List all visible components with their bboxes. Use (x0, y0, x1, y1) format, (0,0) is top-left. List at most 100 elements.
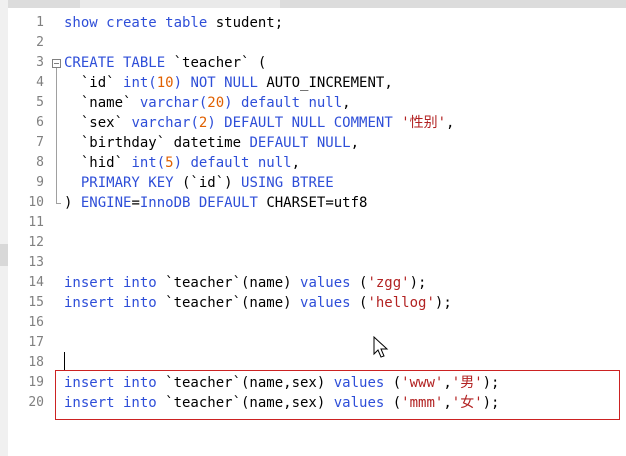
code-token: 20 (207, 95, 225, 111)
code-token: ( (350, 295, 368, 311)
line-number: 4 (36, 75, 44, 90)
code-token: ) default null (224, 95, 343, 111)
line-number: 19 (28, 375, 44, 390)
code-text: insert into `teacher`(name) values ('zgg… (64, 273, 426, 293)
code-text: ) ENGINE=InnoDB DEFAULT CHARSET=utf8 (64, 193, 367, 213)
code-line[interactable]: 11 (8, 213, 626, 233)
code-token: `teacher`(name) (156, 275, 301, 291)
fold-guide (50, 113, 64, 133)
code-token: varchar( (139, 95, 208, 111)
code-token: ) (64, 195, 81, 211)
code-text: `id` int(10) NOT NULL AUTO_INCREMENT, (64, 73, 393, 93)
line-number: 7 (36, 135, 44, 150)
code-token: NOT NULL (190, 75, 258, 91)
code-token: student; (207, 15, 284, 31)
line-number: 15 (28, 295, 44, 310)
code-token: ( (350, 275, 368, 291)
code-line[interactable]: 1 show create table student; (8, 13, 626, 33)
code-token: insert into (64, 275, 157, 291)
line-number: 11 (28, 215, 44, 230)
code-line[interactable]: 8 `hid` int(5) default null, (8, 153, 626, 173)
code-token: ) (173, 75, 191, 91)
line-number: 1 (36, 15, 44, 30)
line-number: 14 (28, 275, 44, 290)
code-token: , (446, 115, 455, 131)
text-caret (64, 352, 65, 370)
code-token: `sex` (64, 115, 132, 131)
code-line[interactable]: 15 insert into `teacher`(name) values ('h… (8, 293, 626, 313)
code-token: = (131, 195, 140, 211)
code-token: CREATE TABLE (64, 55, 166, 71)
line-number: 16 (28, 315, 44, 330)
code-line[interactable]: 12 (8, 233, 626, 253)
code-token: 5 (165, 155, 174, 171)
code-token: InnoDB DEFAULT (139, 195, 258, 211)
code-text: PRIMARY KEY (`id`) USING BTREE (64, 173, 334, 193)
code-token: 'hellog' (367, 295, 435, 311)
code-line[interactable]: 5 `name` varchar(20) default null, (8, 93, 626, 113)
code-token: int( (123, 75, 157, 91)
line-number: 9 (36, 175, 44, 190)
code-line[interactable]: 14 insert into `teacher`(name) values ('z… (8, 273, 626, 293)
code-token: AUTO_INCREMENT, (257, 75, 393, 91)
code-line[interactable]: 17 (8, 333, 626, 353)
code-text: CREATE TABLE `teacher` ( (64, 53, 266, 73)
code-line[interactable]: 7 `birthday` datetime DEFAULT NULL, (8, 133, 626, 153)
code-token: `name` (64, 95, 140, 111)
code-line[interactable]: 9 PRIMARY KEY (`id`) USING BTREE (8, 173, 626, 193)
code-token: USING BTREE (241, 175, 334, 191)
code-token: , (291, 155, 301, 171)
code-line[interactable]: 2 (8, 33, 626, 53)
arrow-cursor-icon (373, 336, 389, 358)
line-number: 8 (36, 155, 44, 170)
code-token: `teacher` ( (165, 55, 267, 71)
line-number: 20 (28, 395, 44, 410)
fold-guide (50, 133, 64, 153)
code-token: `id` (64, 75, 124, 91)
code-token: ); (434, 295, 452, 311)
code-token: '性别' (401, 115, 447, 131)
code-text: `hid` int(5) default null, (64, 153, 300, 173)
code-line[interactable]: 6 `sex` varchar(2) DEFAULT NULL COMMENT … (8, 113, 626, 133)
code-token: DEFAULT NULL (249, 135, 351, 151)
code-line[interactable]: 3 CREATE TABLE `teacher` ( (8, 53, 626, 73)
code-token: (`id`) (173, 175, 242, 191)
line-number: 10 (28, 195, 44, 210)
code-token: ) DEFAULT NULL COMMENT (207, 115, 402, 131)
fold-guide (50, 93, 64, 113)
line-number: 13 (28, 255, 44, 270)
code-token: insert into (64, 295, 157, 311)
line-number: 5 (36, 95, 44, 110)
code-token: values (300, 275, 351, 291)
line-number: 18 (28, 355, 44, 370)
code-token: show create table (64, 15, 208, 31)
code-token: , (342, 95, 351, 111)
highlight-box (55, 370, 620, 420)
fold-guide (50, 153, 64, 173)
code-token: int( (131, 155, 166, 171)
code-line[interactable]: 16 (8, 313, 626, 333)
code-token: `birthday` datetime (64, 135, 250, 151)
line-number: 12 (28, 235, 44, 250)
code-text: insert into `teacher`(name) values ('hel… (64, 293, 452, 313)
code-text: `birthday` datetime DEFAULT NULL, (64, 133, 359, 153)
code-text: `name` varchar(20) default null, (64, 93, 351, 113)
code-token: 10 (156, 75, 174, 91)
code-text: show create table student; (64, 13, 283, 33)
line-number: 6 (36, 115, 44, 130)
code-line[interactable]: 4 `id` int(10) NOT NULL AUTO_INCREMENT, (8, 73, 626, 93)
side-panel-marker (0, 244, 8, 266)
code-token: ENGINE (80, 195, 132, 211)
editor-tab[interactable] (80, 0, 280, 8)
code-token: values (300, 295, 351, 311)
code-area[interactable]: 1 show create table student; 2 3 CREATE TABL… (8, 13, 626, 413)
code-line[interactable]: 13 (8, 253, 626, 273)
code-token: , (350, 135, 360, 151)
code-line[interactable]: 10 ) ENGINE=InnoDB DEFAULT CHARSET=utf8 (8, 193, 626, 213)
code-token: PRIMARY KEY (64, 175, 174, 191)
line-number: 17 (28, 335, 44, 350)
code-text: `sex` varchar(2) DEFAULT NULL COMMENT '性… (64, 113, 455, 133)
code-token: 'zgg' (367, 275, 410, 291)
fold-guide (50, 173, 64, 193)
fold-toggle-icon[interactable] (50, 53, 64, 73)
